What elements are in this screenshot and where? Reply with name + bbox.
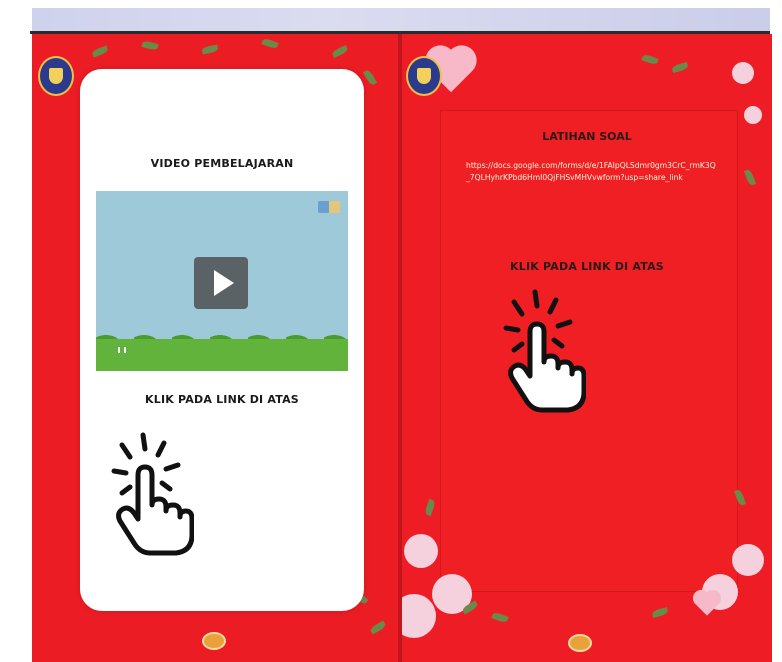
school-emblem-icon <box>38 56 74 96</box>
school-emblem-icon <box>406 56 442 96</box>
garland-leaf <box>331 44 349 59</box>
video-ground <box>96 339 348 371</box>
right-page: LATIHAN SOAL https://docs.google.com/for… <box>402 34 772 662</box>
tap-hand-icon <box>111 432 194 556</box>
heart-icon <box>695 592 719 616</box>
garland-leaf <box>362 68 378 87</box>
click-instruction: KLIK PADA LINK DI ATAS <box>510 260 664 273</box>
garland-leaf <box>261 37 279 50</box>
branch-leaf <box>423 498 437 517</box>
page-nav-dot-icon[interactable] <box>202 632 226 650</box>
branch-leaf <box>671 62 689 73</box>
page-nav-dot-icon[interactable] <box>568 634 592 652</box>
play-icon[interactable] <box>194 257 248 309</box>
blossom-icon <box>402 594 436 638</box>
left-page: VIDEO PEMBELAJARAN KLIK PADA LINK DI ATA… <box>32 34 400 662</box>
click-instruction: KLIK PADA LINK DI ATAS <box>145 393 299 406</box>
video-marks <box>118 347 126 353</box>
garland-leaf <box>91 45 109 58</box>
tap-hand-icon <box>503 289 586 413</box>
top-banner <box>32 8 770 32</box>
garland-leaf <box>141 40 159 51</box>
branch-leaf <box>491 611 509 624</box>
video-player[interactable] <box>96 191 348 371</box>
exercise-link[interactable]: https://docs.google.com/forms/d/e/1FAIpQ… <box>466 160 716 184</box>
branch-leaf <box>651 607 669 618</box>
content-card: VIDEO PEMBELAJARAN KLIK PADA LINK DI ATA… <box>80 69 364 611</box>
blossom-icon <box>404 534 438 568</box>
blossom-icon <box>732 62 754 84</box>
channel-logo-icon <box>318 201 340 213</box>
garland-leaf <box>201 44 219 55</box>
exercise-title: LATIHAN SOAL <box>542 130 632 143</box>
branch-leaf <box>743 168 757 187</box>
branch-leaf <box>641 53 659 66</box>
blossom-icon <box>744 106 762 124</box>
blossom-icon <box>732 544 764 576</box>
garland-leaf <box>369 620 387 635</box>
video-title: VIDEO PEMBELAJARAN <box>150 157 294 170</box>
